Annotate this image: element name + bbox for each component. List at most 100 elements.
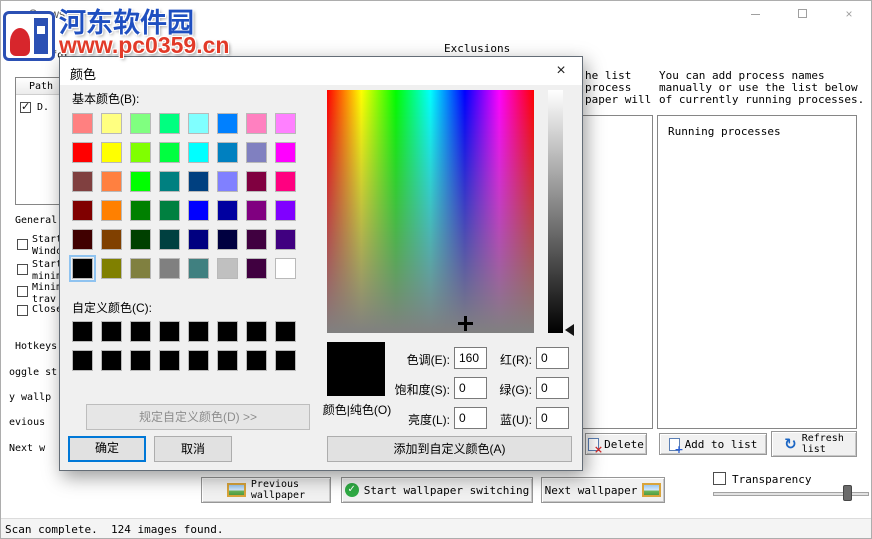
basic-color-swatch[interactable] <box>217 229 238 250</box>
blue-input[interactable] <box>536 407 569 429</box>
basic-color-swatch[interactable] <box>275 229 296 250</box>
basic-colors-grid <box>69 113 296 282</box>
basic-color-swatch[interactable] <box>159 258 180 279</box>
luminance-bar[interactable] <box>548 90 563 333</box>
basic-color-swatch[interactable] <box>101 142 122 163</box>
basic-color-swatch[interactable] <box>130 171 151 192</box>
basic-color-swatch[interactable] <box>275 258 296 279</box>
basic-color-swatch[interactable] <box>246 200 267 221</box>
basic-color-swatch[interactable] <box>69 255 96 282</box>
custom-color-swatch[interactable] <box>72 350 93 371</box>
basic-color-swatch[interactable] <box>188 113 209 134</box>
basic-color-swatch[interactable] <box>130 142 151 163</box>
custom-color-swatch[interactable] <box>275 321 296 342</box>
delete-button[interactable]: × Delete <box>585 433 647 455</box>
basic-color-swatch[interactable] <box>275 171 296 192</box>
basic-color-swatch[interactable] <box>188 229 209 250</box>
cancel-button[interactable]: 取消 <box>154 436 232 462</box>
basic-color-swatch[interactable] <box>246 113 267 134</box>
basic-color-swatch[interactable] <box>72 142 93 163</box>
basic-color-swatch[interactable] <box>246 142 267 163</box>
basic-color-swatch[interactable] <box>188 142 209 163</box>
basic-color-swatch[interactable] <box>159 200 180 221</box>
basic-color-swatch[interactable] <box>101 229 122 250</box>
basic-color-swatch[interactable] <box>159 229 180 250</box>
basic-color-swatch[interactable] <box>217 113 238 134</box>
custom-color-swatch[interactable] <box>217 321 238 342</box>
basic-color-swatch[interactable] <box>159 142 180 163</box>
refresh-list-button[interactable]: ↻ Refresh list <box>771 431 857 457</box>
basic-color-swatch[interactable] <box>217 142 238 163</box>
basic-color-swatch[interactable] <box>188 171 209 192</box>
basic-color-swatch[interactable] <box>246 258 267 279</box>
basic-color-swatch[interactable] <box>159 171 180 192</box>
basic-color-swatch[interactable] <box>101 113 122 134</box>
custom-color-swatch[interactable] <box>130 350 151 371</box>
tab-exclusions[interactable]: Exclusions <box>444 42 510 55</box>
color-dialog-close-button[interactable]: × <box>540 57 582 85</box>
luminance-input[interactable] <box>454 407 487 429</box>
custom-color-swatch[interactable] <box>159 350 180 371</box>
basic-color-swatch[interactable] <box>217 258 238 279</box>
custom-color-swatch[interactable] <box>246 321 267 342</box>
saturation-input[interactable] <box>454 377 487 399</box>
custom-color-swatch[interactable] <box>101 350 122 371</box>
basic-color-swatch[interactable] <box>101 258 122 279</box>
ok-button[interactable]: 确定 <box>68 436 146 462</box>
custom-color-swatch[interactable] <box>130 321 151 342</box>
basic-color-swatch[interactable] <box>188 200 209 221</box>
green-input[interactable] <box>536 377 569 399</box>
red-input[interactable] <box>536 347 569 369</box>
basic-color-swatch[interactable] <box>101 200 122 221</box>
basic-color-swatch[interactable] <box>72 171 93 192</box>
basic-color-swatch[interactable] <box>130 113 151 134</box>
luminance-slider-arrow[interactable] <box>565 324 574 336</box>
next-wallpaper-button[interactable]: Next wallpaper <box>541 477 665 503</box>
close-button[interactable]: × <box>840 6 858 22</box>
custom-color-swatch[interactable] <box>188 321 209 342</box>
custom-color-swatch[interactable] <box>275 350 296 371</box>
basic-color-swatch[interactable] <box>188 258 209 279</box>
custom-color-swatch[interactable] <box>246 350 267 371</box>
basic-color-swatch[interactable] <box>217 171 238 192</box>
custom-color-swatch[interactable] <box>188 350 209 371</box>
start-switching-button[interactable]: ✓ Start wallpaper switching <box>341 477 533 503</box>
hue-label: 色调(E): <box>406 353 450 367</box>
basic-color-swatch[interactable] <box>72 200 93 221</box>
basic-color-swatch[interactable] <box>72 229 93 250</box>
custom-color-swatch[interactable] <box>101 321 122 342</box>
maximize-button[interactable] <box>793 6 811 22</box>
general-checkbox-3[interactable] <box>17 286 28 297</box>
add-to-list-button[interactable]: + Add to list <box>659 433 767 455</box>
general-checkbox-1[interactable] <box>17 239 28 250</box>
custom-color-swatch[interactable] <box>72 321 93 342</box>
transparency-slider-thumb[interactable] <box>843 485 852 501</box>
general-checkbox-4[interactable] <box>17 305 28 316</box>
minimize-button[interactable] <box>746 6 764 22</box>
add-to-custom-colors-button[interactable]: 添加到自定义颜色(A) <box>327 436 572 462</box>
path-column-header[interactable]: Path <box>29 81 53 92</box>
custom-color-swatch[interactable] <box>159 321 180 342</box>
basic-color-swatch[interactable] <box>159 113 180 134</box>
running-processes-list[interactable]: Running processes <box>657 115 857 429</box>
basic-color-swatch[interactable] <box>130 200 151 221</box>
basic-color-swatch[interactable] <box>275 113 296 134</box>
basic-color-swatch[interactable] <box>101 171 122 192</box>
basic-color-swatch[interactable] <box>246 229 267 250</box>
hue-saturation-gradient[interactable] <box>327 90 534 333</box>
basic-color-swatch[interactable] <box>275 142 296 163</box>
previous-wallpaper-button[interactable]: Previous wallpaper <box>201 477 331 503</box>
path-item-checkbox[interactable]: ✓ <box>20 100 31 113</box>
basic-color-swatch[interactable] <box>72 113 93 134</box>
basic-color-swatch[interactable] <box>217 200 238 221</box>
basic-color-swatch[interactable] <box>130 258 151 279</box>
basic-color-swatch[interactable] <box>246 171 267 192</box>
basic-color-swatch[interactable] <box>275 200 296 221</box>
general-checkbox-2[interactable] <box>17 264 28 275</box>
custom-color-swatch[interactable] <box>217 350 238 371</box>
path-item-label[interactable]: D. <box>37 102 49 113</box>
gradient-crosshair[interactable] <box>458 316 473 331</box>
basic-color-swatch[interactable] <box>130 229 151 250</box>
transparency-checkbox[interactable] <box>713 472 726 485</box>
hue-input[interactable] <box>454 347 487 369</box>
